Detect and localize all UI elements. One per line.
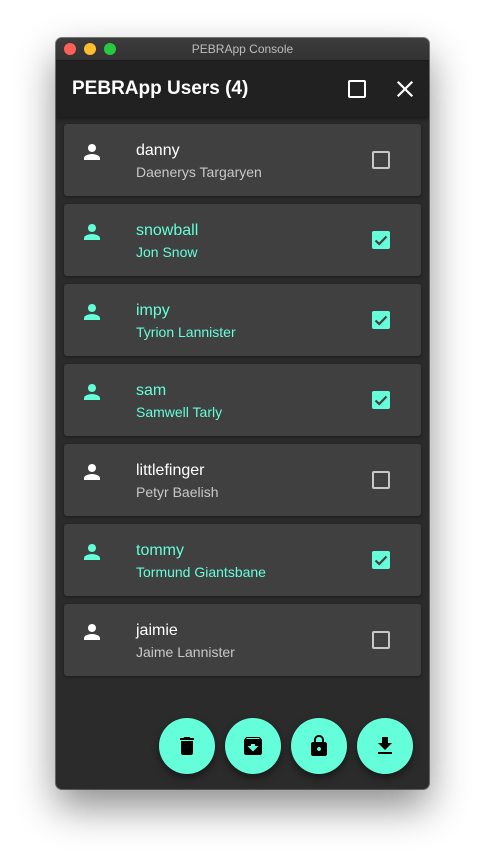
full-name: Jaime Lannister [136,644,235,660]
close-icon [396,80,414,98]
username: tommy [136,542,184,559]
username: sam [136,382,167,399]
delete-button[interactable] [159,718,215,774]
select-all-button[interactable] [345,77,369,101]
user-card[interactable]: danny Daenerys Targaryen [64,124,421,196]
user-select-checkbox[interactable] [372,311,390,329]
username: snowball [136,222,199,239]
username: jaimie [136,622,178,639]
person-icon [84,624,100,640]
check-icon [374,235,388,246]
check-icon [374,315,388,326]
checkbox-outline-icon [348,80,366,98]
person-icon [84,304,100,320]
username: impy [136,302,170,319]
check-icon [374,395,388,406]
full-name: Tyrion Lannister [136,324,236,340]
lock-button[interactable] [291,718,347,774]
user-select-checkbox[interactable] [372,631,390,649]
page-title: PEBRApp Users (4) [72,78,249,99]
app-window: PEBRApp Console PEBRApp Users (4) danny D… [56,38,429,789]
user-list: danny Daenerys Targaryen snowball Jon Snow i… [64,124,421,684]
full-name: Samwell Tarly [136,404,223,420]
window-title: PEBRApp Console [191,42,294,56]
download-button[interactable] [357,718,413,774]
person-icon [84,144,100,160]
app-bar: PEBRApp Users (4) [56,61,429,117]
delete-icon [180,737,194,755]
person-icon [84,544,100,560]
full-name: Petyr Baelish [136,484,219,500]
user-card[interactable]: sam Samwell Tarly [64,364,421,436]
user-card[interactable]: snowball Jon Snow [64,204,421,276]
download-icon [378,737,392,754]
user-card[interactable]: littlefinger Petyr Baelish [64,444,421,516]
user-card[interactable]: jaimie Jaime Lannister [64,604,421,676]
user-select-checkbox[interactable] [372,151,390,169]
username: littlefinger [136,462,205,479]
user-card[interactable]: tommy Tormund Giantsbane [64,524,421,596]
lock-icon [311,735,327,756]
full-name: Tormund Giantsbane [136,564,266,580]
user-select-checkbox[interactable] [372,391,390,409]
window-titlebar[interactable]: PEBRApp Console [56,38,429,61]
archive-button[interactable] [225,718,281,774]
user-select-checkbox[interactable] [372,231,390,249]
person-icon [84,464,100,480]
full-name: Jon Snow [136,244,198,260]
archive-icon [244,737,262,755]
person-icon [84,384,100,400]
user-select-checkbox[interactable] [372,471,390,489]
person-icon [84,224,100,240]
username: danny [136,142,180,159]
full-name: Daenerys Targaryen [136,164,262,180]
user-card[interactable]: impy Tyrion Lannister [64,284,421,356]
check-icon [374,555,388,566]
close-selection-button[interactable] [393,77,417,101]
user-select-checkbox[interactable] [372,551,390,569]
